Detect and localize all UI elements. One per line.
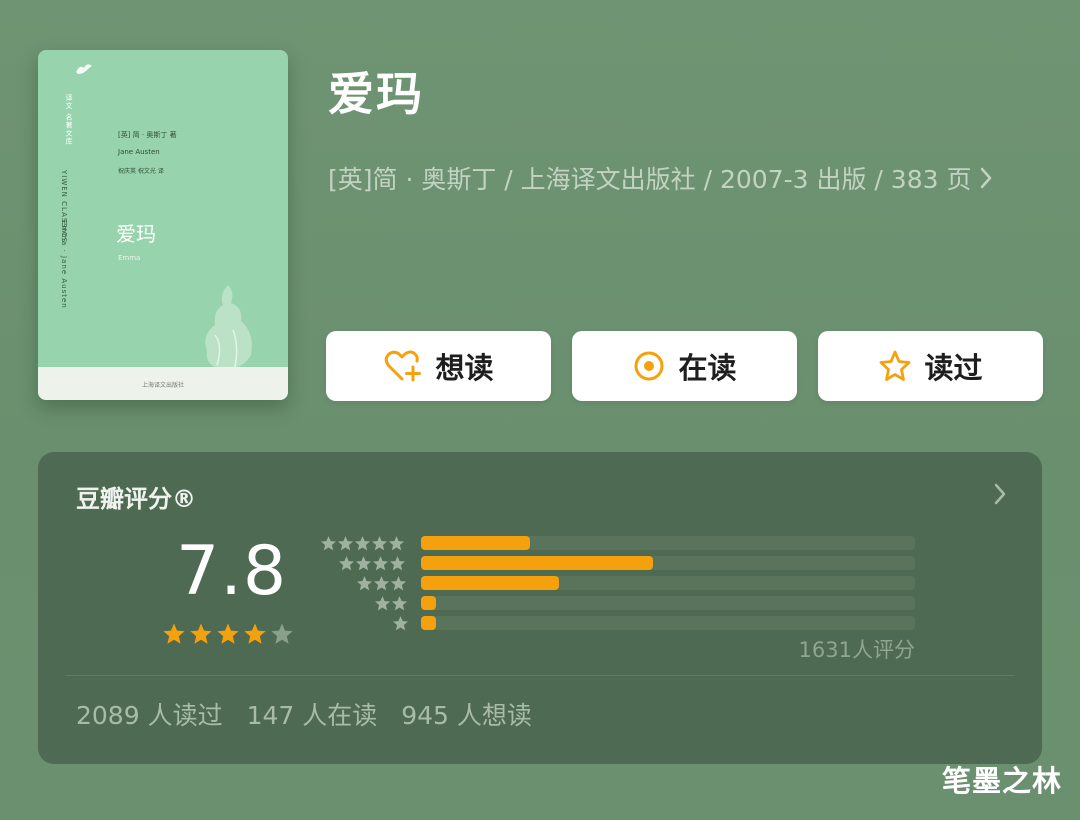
star-filled-icon — [189, 622, 213, 650]
divider — [66, 675, 1014, 676]
distribution-stars-5 — [320, 535, 405, 552]
distribution-fill-2 — [421, 596, 436, 610]
want-to-read-button[interactable]: 想读 — [326, 331, 551, 401]
cover-series: 译文 名著文库 — [65, 94, 73, 146]
rating-heading: 豆瓣评分® — [76, 485, 196, 513]
cover-illustration — [193, 275, 263, 374]
chevron-right-icon — [979, 166, 993, 190]
target-icon — [632, 349, 666, 383]
cover-publisher: 上海译文出版社 — [141, 382, 184, 389]
star-filled-icon — [243, 622, 267, 650]
want-to-read-label: 想读 — [435, 351, 494, 385]
distribution-bar-1 — [421, 616, 915, 630]
reading-button[interactable]: 在读 — [572, 331, 797, 401]
distribution-stars-3 — [356, 575, 407, 592]
star-filled-icon — [216, 622, 240, 650]
cover-author-cn: [英] 简 · 奥斯丁 著 — [118, 131, 177, 139]
distribution-stars-4 — [338, 555, 406, 572]
distribution-stars-2 — [374, 595, 408, 612]
distribution-fill-5 — [421, 536, 530, 550]
distribution-bar-3 — [421, 576, 915, 590]
cover-title-en-vertical: Emma · Jane Austen — [60, 220, 68, 309]
reading-count[interactable]: 147 人在读 — [247, 696, 378, 732]
publisher-logo — [74, 60, 94, 82]
cover-subtitle: Emma — [118, 254, 141, 262]
rating-count: 1631人评分 — [798, 638, 915, 662]
book-title: 爱玛 — [328, 67, 424, 121]
distribution-fill-4 — [421, 556, 654, 570]
rating-score: 7.8 — [176, 532, 288, 611]
heart-plus-icon — [383, 349, 423, 383]
cover-translator: 祝庆英 祝文光 译 — [118, 168, 164, 175]
distribution-fill-3 — [421, 576, 560, 590]
cover-title: 爱玛 — [116, 222, 156, 246]
distribution-bar-5 — [421, 536, 915, 550]
book-info-text: [英]简 · 奥斯丁 / 上海译文出版社 / 2007-3 出版 / 383 页 — [328, 165, 972, 194]
distribution-bar-2 — [421, 596, 915, 610]
chevron-right-icon[interactable] — [994, 483, 1006, 509]
watermark: 笔墨之林 — [941, 764, 1062, 798]
star-outline-icon — [878, 349, 912, 383]
have-read-button[interactable]: 读过 — [818, 331, 1043, 401]
rating-stars — [162, 622, 294, 650]
cover-author-en: Jane Austen — [118, 148, 160, 156]
distribution-bar-4 — [421, 556, 915, 570]
reader-stats: 2089 人读过 147 人在读 945 人想读 — [76, 696, 532, 732]
book-cover[interactable]: 译文 名著文库 YIWEN CLASSICS Emma · Jane Auste… — [38, 50, 288, 400]
rating-card[interactable]: 豆瓣评分® 7.8 1631人评分 2089 人读过 147 人在读 945 人… — [38, 452, 1042, 764]
book-info-link[interactable]: [英]简 · 奥斯丁 / 上海译文出版社 / 2007-3 出版 / 383 页 — [328, 160, 993, 196]
have-read-label: 读过 — [924, 351, 983, 385]
distribution-stars-1 — [392, 615, 409, 632]
star-empty-icon — [270, 622, 294, 650]
star-filled-icon — [162, 622, 186, 650]
reading-label: 在读 — [678, 351, 737, 385]
want-count[interactable]: 945 人想读 — [401, 696, 532, 732]
distribution-fill-1 — [421, 616, 436, 630]
read-count[interactable]: 2089 人读过 — [76, 696, 223, 732]
